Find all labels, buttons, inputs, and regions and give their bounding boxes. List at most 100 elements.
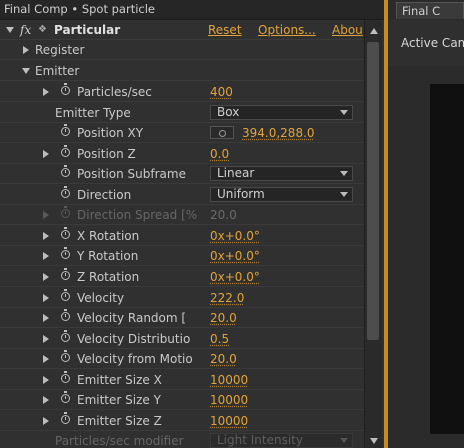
effect-header-row[interactable]: fx ❖ Particular Reset Options... Abou <box>0 20 364 40</box>
emitter-size-x-value[interactable]: 10000 <box>210 370 248 390</box>
param-z-rotation[interactable]: Z Rotation 0x+0.0° <box>0 267 364 287</box>
fx-toggle[interactable]: fx <box>20 20 31 40</box>
param-label: Velocity Random [ <box>77 308 186 328</box>
panel-header-title: Final Comp • Spot particle <box>0 0 384 20</box>
z-rotation-value[interactable]: 0x+0.0° <box>210 267 260 287</box>
param-label: X Rotation <box>77 226 139 246</box>
particles-sec-value[interactable]: 400 <box>210 82 233 102</box>
position-z-value[interactable]: 0.0 <box>210 144 229 164</box>
scroll-up-icon[interactable] <box>370 28 378 34</box>
stopwatch-icon[interactable] <box>61 127 70 136</box>
param-emitter-type[interactable]: Emitter Type Box <box>0 103 364 123</box>
param-particles-sec[interactable]: Particles/sec 400 <box>0 82 364 102</box>
plugin-icon: ❖ <box>38 20 47 40</box>
param-velocity[interactable]: Velocity 222.0 <box>0 288 364 308</box>
param-position-xy[interactable]: Position XY 394.0,288.0 <box>0 123 364 143</box>
velocity-distribution-value[interactable]: 0.5 <box>210 329 229 349</box>
chevron-down-icon <box>340 110 348 115</box>
param-emitter-size-z[interactable]: Emitter Size Z 10000 <box>0 411 364 431</box>
expand-icon[interactable] <box>43 355 49 363</box>
param-label: Emitter Size Z <box>77 411 162 431</box>
expand-icon[interactable] <box>43 335 49 343</box>
stopwatch-icon[interactable] <box>61 312 70 321</box>
composition-panel: Final C Active Cam <box>388 0 464 448</box>
stopwatch-icon[interactable] <box>61 374 70 383</box>
param-label: Emitter Size Y <box>77 390 161 410</box>
param-label: Velocity <box>77 288 124 308</box>
stopwatch-icon[interactable] <box>61 230 70 239</box>
param-emitter-size-x[interactable]: Emitter Size X 10000 <box>0 370 364 390</box>
x-rotation-value[interactable]: 0x+0.0° <box>210 226 260 246</box>
register-group-row[interactable]: Register <box>0 40 364 60</box>
chevron-down-icon <box>340 192 348 197</box>
param-emitter-size-y[interactable]: Emitter Size Y 10000 <box>0 390 364 410</box>
dropdown-value: Uniform <box>217 187 265 201</box>
stopwatch-icon[interactable] <box>61 292 70 301</box>
effect-name: Particular <box>54 20 120 40</box>
expand-icon[interactable] <box>43 294 49 302</box>
scrollbar-thumb[interactable] <box>367 42 379 340</box>
stopwatch-icon[interactable] <box>61 86 70 95</box>
stopwatch-icon[interactable] <box>61 394 70 403</box>
direction-dropdown[interactable]: Uniform <box>210 187 353 202</box>
velocity-random-value[interactable]: 20.0 <box>210 308 237 328</box>
param-label: Emitter Size X <box>77 370 162 390</box>
expand-icon[interactable] <box>43 314 49 322</box>
param-position-z[interactable]: Position Z 0.0 <box>0 144 364 164</box>
stopwatch-icon[interactable] <box>61 333 70 342</box>
position-subframe-dropdown[interactable]: Linear <box>210 166 353 181</box>
param-velocity-distribution[interactable]: Velocity Distributio 0.5 <box>0 329 364 349</box>
expand-icon[interactable] <box>43 232 49 240</box>
collapse-effect-icon[interactable] <box>6 27 14 33</box>
emitter-group-row[interactable]: Emitter <box>0 61 364 81</box>
about-link[interactable]: Abou <box>332 20 363 40</box>
expand-register-icon[interactable] <box>23 46 29 54</box>
expand-icon <box>43 211 49 219</box>
vertical-scrollbar[interactable] <box>364 20 382 448</box>
param-direction[interactable]: Direction Uniform <box>0 185 364 205</box>
direction-spread-value: 20.0 <box>210 205 237 225</box>
param-label: Position Subframe <box>77 164 186 184</box>
stopwatch-icon[interactable] <box>61 148 70 157</box>
stopwatch-icon[interactable] <box>61 415 70 424</box>
expand-icon[interactable] <box>43 150 49 158</box>
particles-sec-modifier-dropdown: Light Intensity <box>210 433 353 448</box>
stopwatch-icon[interactable] <box>61 353 70 362</box>
emitter-type-dropdown[interactable]: Box <box>210 105 353 120</box>
param-label: Particles/sec <box>77 82 152 102</box>
stopwatch-icon[interactable] <box>61 168 70 177</box>
expand-icon[interactable] <box>43 88 49 96</box>
expand-icon[interactable] <box>43 273 49 281</box>
stopwatch-icon[interactable] <box>61 189 70 198</box>
stopwatch-icon[interactable] <box>61 271 70 280</box>
options-link[interactable]: Options... <box>258 20 316 40</box>
dropdown-value: Box <box>217 105 239 119</box>
param-x-rotation[interactable]: X Rotation 0x+0.0° <box>0 226 364 246</box>
crosshair-icon[interactable] <box>210 126 234 139</box>
param-label: Position XY <box>77 123 143 143</box>
emitter-size-y-value[interactable]: 10000 <box>210 390 248 410</box>
param-velocity-from-motion[interactable]: Velocity from Motio 20.0 <box>0 349 364 369</box>
param-position-subframe[interactable]: Position Subframe Linear <box>0 164 364 184</box>
y-rotation-value[interactable]: 0x+0.0° <box>210 246 260 266</box>
expand-icon[interactable] <box>43 417 49 425</box>
composition-tab[interactable]: Final C <box>396 2 464 19</box>
emitter-size-z-value[interactable]: 10000 <box>210 411 248 431</box>
param-particles-sec-modifier: Particles/sec modifier Light Intensity <box>0 431 364 448</box>
param-velocity-random[interactable]: Velocity Random [ 20.0 <box>0 308 364 328</box>
expand-icon[interactable] <box>43 396 49 404</box>
scroll-down-icon[interactable] <box>370 438 378 444</box>
position-xy-value[interactable]: 394.0,288.0 <box>242 123 315 143</box>
velocity-value[interactable]: 222.0 <box>210 288 244 308</box>
collapse-emitter-icon[interactable] <box>22 68 30 74</box>
chevron-down-icon <box>340 438 348 443</box>
expand-icon[interactable] <box>43 252 49 260</box>
reset-link[interactable]: Reset <box>208 20 242 40</box>
param-y-rotation[interactable]: Y Rotation 0x+0.0° <box>0 246 364 266</box>
param-label: Y Rotation <box>77 246 138 266</box>
velocity-from-motion-value[interactable]: 20.0 <box>210 349 237 369</box>
expand-icon[interactable] <box>43 376 49 384</box>
stopwatch-icon[interactable] <box>61 250 70 259</box>
param-label: Position Z <box>77 144 136 164</box>
composition-viewer[interactable] <box>430 84 464 434</box>
